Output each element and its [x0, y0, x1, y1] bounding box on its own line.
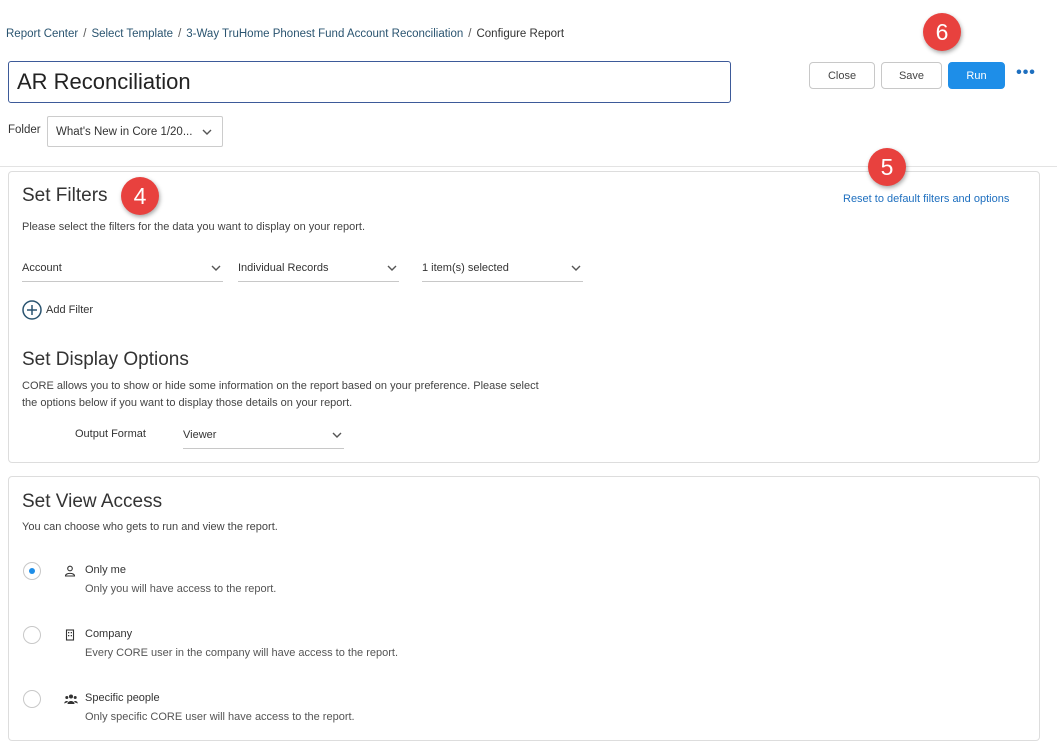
more-options-icon[interactable]: •••: [1016, 63, 1036, 83]
step-5-badge: 5: [868, 148, 906, 186]
chevron-down-icon: [385, 261, 399, 275]
add-filter-label: Add Filter: [46, 304, 94, 316]
output-format-value: Viewer: [183, 428, 217, 441]
output-format-select[interactable]: Viewer: [183, 421, 344, 449]
folder-select[interactable]: What's New in Core 1/20...: [47, 116, 223, 147]
chevron-down-icon: [209, 261, 223, 275]
step-4-badge: 4: [121, 177, 159, 215]
display-options-description-2: the options below if you want to display…: [22, 397, 353, 409]
folder-label: Folder: [8, 124, 41, 136]
filter-records-value: Individual Records: [238, 261, 329, 274]
breadcrumb-template-name[interactable]: 3-Way TruHome Phonest Fund Account Recon…: [186, 28, 463, 40]
company-label: Company: [85, 628, 133, 640]
display-options-description-1: CORE allows you to show or hide some inf…: [22, 380, 539, 392]
breadcrumb-select-template[interactable]: Select Template: [91, 28, 173, 40]
building-icon: [64, 629, 76, 641]
specific-people-description: Only specific CORE user will have access…: [85, 711, 355, 723]
breadcrumb-current: Configure Report: [476, 28, 565, 40]
set-filters-heading: Set Filters: [22, 185, 108, 206]
radio-specific-people[interactable]: [23, 690, 41, 708]
breadcrumb-separator: /: [83, 28, 87, 40]
filter-account-select[interactable]: Account: [22, 254, 223, 282]
plus-circle-icon: [22, 300, 42, 320]
specific-people-label: Specific people: [85, 692, 160, 704]
chevron-down-icon: [569, 261, 583, 275]
add-filter-button[interactable]: Add Filter: [22, 300, 93, 320]
chevron-down-icon: [200, 125, 214, 139]
save-button[interactable]: Save: [881, 62, 942, 89]
report-title-input[interactable]: [8, 61, 731, 103]
radio-only-me[interactable]: [23, 562, 41, 580]
breadcrumb: Report Center / Select Template / 3-Way TruH…: [6, 28, 564, 40]
set-view-access-heading: Set View Access: [22, 491, 163, 512]
filter-records-select[interactable]: Individual Records: [238, 254, 399, 282]
output-format-label: Output Format: [75, 428, 146, 440]
view-access-card: Set View Access You can choose who gets …: [8, 476, 1040, 741]
person-icon: [64, 565, 76, 577]
breadcrumb-separator: /: [468, 28, 472, 40]
filter-items-select[interactable]: 1 item(s) selected: [422, 254, 583, 282]
filter-account-value: Account: [22, 261, 62, 274]
only-me-label: Only me: [85, 564, 126, 576]
only-me-description: Only you will have access to the report.: [85, 583, 277, 595]
breadcrumb-separator: /: [178, 28, 182, 40]
close-button[interactable]: Close: [809, 62, 875, 89]
step-6-badge: 6: [923, 13, 961, 51]
breadcrumb-report-center[interactable]: Report Center: [6, 28, 78, 40]
group-icon: [64, 693, 78, 705]
view-access-description: You can choose who gets to run and view …: [22, 521, 278, 533]
folder-select-value: What's New in Core 1/20...: [56, 125, 193, 138]
company-description: Every CORE user in the company will have…: [85, 647, 399, 659]
run-button[interactable]: Run: [948, 62, 1005, 89]
filters-card: Set Filters Reset to default filters and…: [8, 171, 1040, 463]
set-display-options-heading: Set Display Options: [22, 349, 189, 370]
filter-items-value: 1 item(s) selected: [422, 261, 509, 274]
filters-description: Please select the filters for the data y…: [22, 221, 366, 233]
radio-company[interactable]: [23, 626, 41, 644]
chevron-down-icon: [330, 428, 344, 442]
reset-filters-link[interactable]: Reset to default filters and options: [843, 193, 1009, 205]
